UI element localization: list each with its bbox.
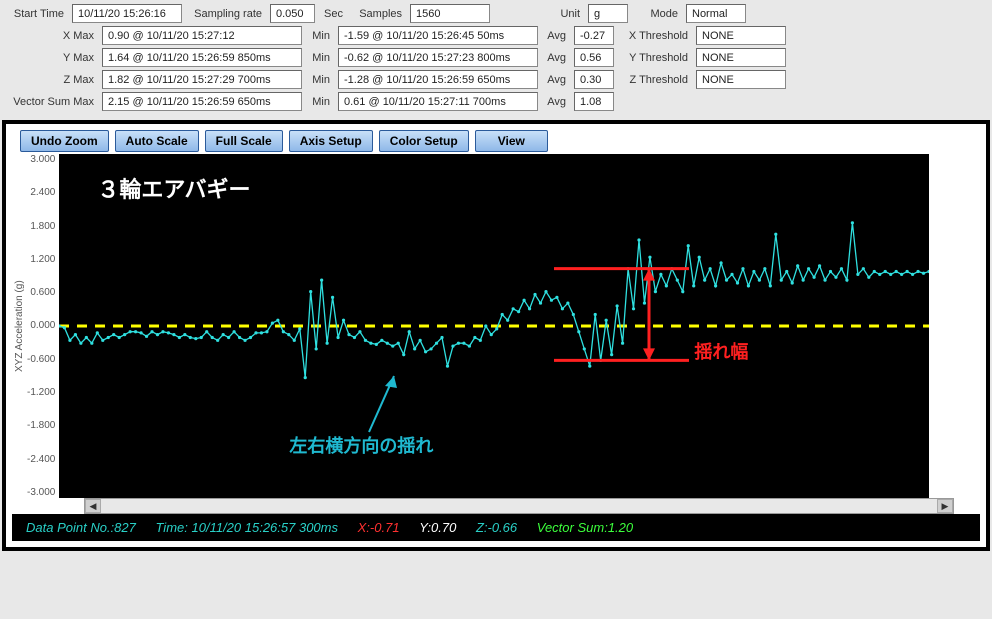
y-tick: -3.000 [27,487,55,498]
y-tick: 1.200 [30,254,55,265]
zmax-value: 1.82 @ 10/11/20 15:27:29 700ms [102,70,302,89]
vmin-value: 0.61 @ 10/11/20 15:27:11 700ms [338,92,538,111]
status-datapoint: Data Point No.:827 [26,520,139,535]
auto-scale-button[interactable]: Auto Scale [115,130,199,152]
yavg-value: 0.56 [574,48,614,67]
chart-frame: Undo Zoom Auto Scale Full Scale Axis Set… [2,120,990,551]
xth-value: NONE [696,26,786,45]
xmax-label: X Max [8,30,98,42]
samples-value: 1560 [410,4,490,23]
axis-setup-button[interactable]: Axis Setup [289,130,373,152]
start-time-value: 10/11/20 15:26:16 [72,4,182,23]
y-axis-label: XYZ Acceleration (g) [12,154,27,498]
xavg-label: Avg [542,30,570,42]
plot-canvas[interactable]: ３輪エアバギー 左右横方向の揺れ 揺れ幅 [59,154,929,498]
status-z: Z:-0.66 [476,520,521,535]
unit-value: g [588,4,628,23]
zmax-label: Z Max [8,74,98,86]
scroll-right-icon[interactable]: ▶ [937,499,953,513]
sampling-rate-label: Sampling rate [186,8,266,20]
y-tick: -0.600 [27,354,55,365]
xmax-value: 0.90 @ 10/11/20 15:27:12 [102,26,302,45]
status-bar: Data Point No.:827 Time: 10/11/20 15:26:… [12,514,980,541]
status-time: Time: 10/11/20 15:26:57 300ms [155,520,341,535]
undo-zoom-button[interactable]: Undo Zoom [20,130,109,152]
xth-label: X Threshold [618,30,692,42]
annotation-title: ３輪エアバギー [97,172,250,204]
vmax-label: Vector Sum Max [8,96,98,108]
status-y: Y:0.70 [419,520,460,535]
annotation-amplitude: 揺れ幅 [694,338,748,364]
vavg-label: Avg [542,96,570,108]
view-button[interactable]: View [475,130,548,152]
mode-value: Normal [686,4,746,23]
y-tick: 2.400 [30,187,55,198]
unit-label: Unit [494,8,584,20]
zavg-label: Avg [542,74,570,86]
vmin-label: Min [306,96,334,108]
xmin-value: -1.59 @ 10/11/20 15:26:45 50ms [338,26,538,45]
status-x: X:-0.71 [358,520,404,535]
zth-label: Z Threshold [618,74,692,86]
annotation-lateral-sway: 左右横方向の揺れ [289,432,433,458]
start-time-label: Start Time [8,8,68,20]
ymax-label: Y Max [8,52,98,64]
full-scale-button[interactable]: Full Scale [205,130,283,152]
zmin-label: Min [306,74,334,86]
info-row-x: X Max 0.90 @ 10/11/20 15:27:12 Min -1.59… [8,26,984,45]
scroll-left-icon[interactable]: ◀ [85,499,101,513]
xmin-label: Min [306,30,334,42]
vavg-value: 1.08 [574,92,614,111]
horizontal-scrollbar[interactable]: ◀ ▶ [84,498,954,514]
chart-toolbar: Undo Zoom Auto Scale Full Scale Axis Set… [12,130,980,152]
info-row-y: Y Max 1.64 @ 10/11/20 15:26:59 850ms Min… [8,48,984,67]
zavg-value: 0.30 [574,70,614,89]
y-tick: 0.600 [30,287,55,298]
ymin-label: Min [306,52,334,64]
y-tick: 1.800 [30,221,55,232]
zth-value: NONE [696,70,786,89]
y-tick: -1.200 [27,387,55,398]
sampling-rate-unit: Sec [319,8,347,20]
plot-svg [59,154,929,498]
info-row-z: Z Max 1.82 @ 10/11/20 15:27:29 700ms Min… [8,70,984,89]
color-setup-button[interactable]: Color Setup [379,130,469,152]
y-tick: 0.000 [30,320,55,331]
info-row-vector: Vector Sum Max 2.15 @ 10/11/20 15:26:59 … [8,92,984,111]
info-panel: Start Time 10/11/20 15:26:16 Sampling ra… [0,0,992,118]
status-vector: Vector Sum:1.20 [537,520,633,535]
xavg-value: -0.27 [574,26,614,45]
ymin-value: -0.62 @ 10/11/20 15:27:23 800ms [338,48,538,67]
zmin-value: -1.28 @ 10/11/20 15:26:59 650ms [338,70,538,89]
yth-label: Y Threshold [618,52,692,64]
vmax-value: 2.15 @ 10/11/20 15:26:59 650ms [102,92,302,111]
chart-area: XYZ Acceleration (g) 3.000 2.400 1.800 1… [12,154,980,498]
y-tick: -2.400 [27,454,55,465]
y-tick: 3.000 [30,154,55,165]
yavg-label: Avg [542,52,570,64]
ymax-value: 1.64 @ 10/11/20 15:26:59 850ms [102,48,302,67]
sampling-rate-value: 0.050 [270,4,315,23]
mode-label: Mode [632,8,682,20]
info-row-1: Start Time 10/11/20 15:26:16 Sampling ra… [8,4,984,23]
yth-value: NONE [696,48,786,67]
y-tick: -1.800 [27,420,55,431]
samples-label: Samples [351,8,406,20]
y-axis-ticks: 3.000 2.400 1.800 1.200 0.600 0.000 -0.6… [27,154,59,498]
